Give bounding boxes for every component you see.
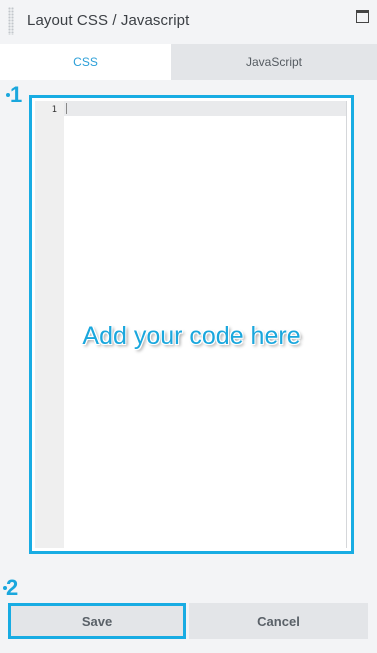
code-editor: 1 Add your code here: [29, 95, 354, 554]
code-input-area[interactable]: [64, 116, 346, 548]
save-button[interactable]: Save: [8, 603, 186, 639]
tab-javascript[interactable]: JavaScript: [171, 44, 377, 80]
line-number-gutter: [35, 101, 64, 548]
annotation-marker-1: 1: [10, 82, 23, 107]
window-maximize-icon[interactable]: [356, 10, 369, 23]
text-cursor: [66, 103, 67, 114]
tab-css[interactable]: CSS: [0, 44, 171, 80]
line-number: 1: [51, 105, 57, 115]
panel-title: Layout CSS / Javascript: [27, 12, 190, 29]
active-line-highlight: [64, 101, 346, 116]
panel-header: Layout CSS / Javascript: [0, 0, 377, 45]
drag-handle-icon[interactable]: [8, 7, 14, 35]
tab-bar: CSS JavaScript: [0, 44, 377, 80]
editor-scrollbar[interactable]: [346, 101, 347, 548]
annotation-marker-2: 2: [6, 575, 19, 600]
cancel-button[interactable]: Cancel: [189, 603, 368, 639]
